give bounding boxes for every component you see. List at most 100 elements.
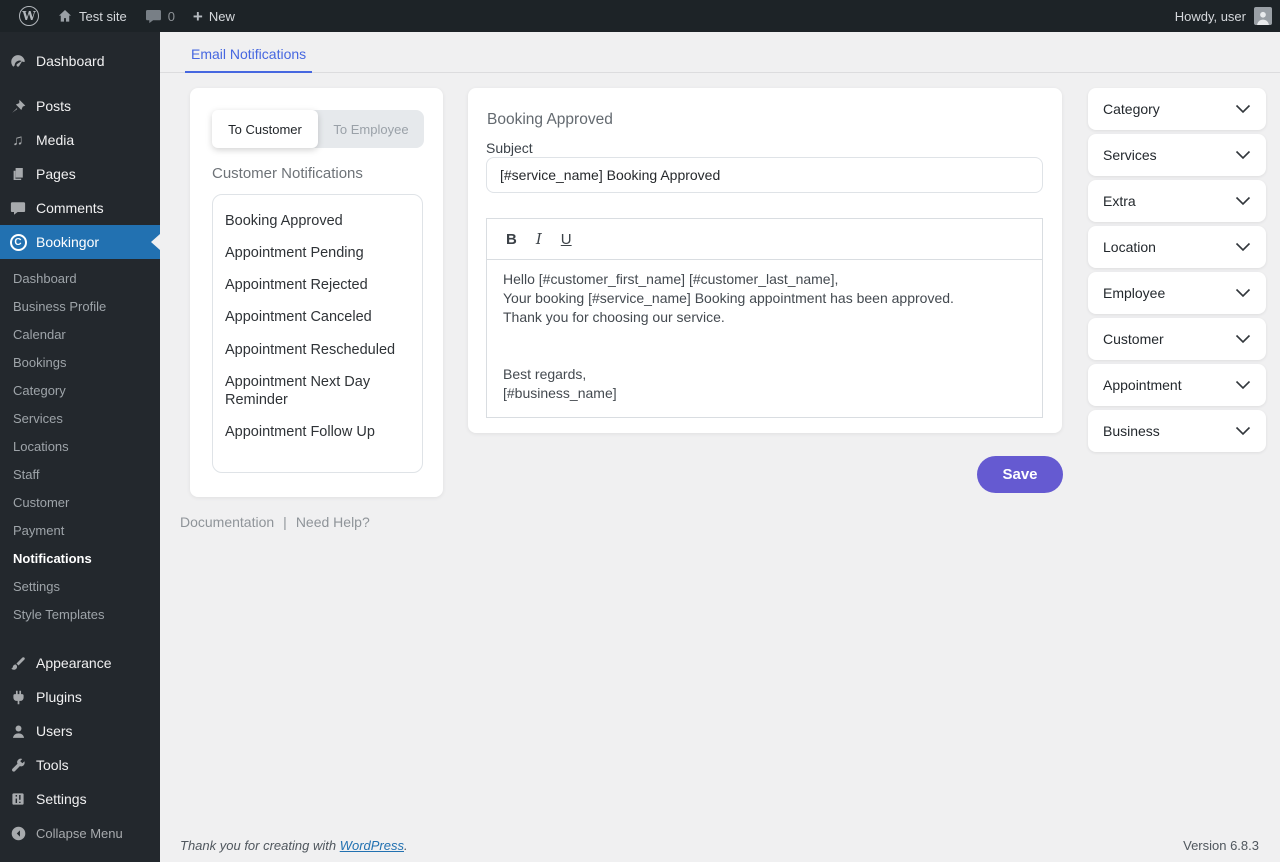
save-button[interactable]: Save	[977, 456, 1063, 493]
collapse-menu-button[interactable]: Collapse Menu	[0, 818, 160, 848]
sidebar-item-media[interactable]: ♫ Media	[0, 123, 160, 157]
email-body-line: Hello [#customer_first_name] [#customer_…	[503, 271, 1026, 290]
sidebar-separator	[0, 636, 160, 646]
notification-list-item[interactable]: Appointment Pending	[213, 237, 422, 269]
sidebar-subitem[interactable]: Payment	[0, 516, 160, 544]
wordpress-menu[interactable]: W	[10, 0, 48, 32]
notification-item-label: Appointment Rejected	[225, 277, 368, 293]
sidebar-subitem[interactable]: Customer	[0, 488, 160, 516]
sidebar-item-label: Dashboard	[36, 53, 105, 69]
email-body-line	[503, 328, 1026, 347]
avatar	[1254, 7, 1272, 25]
admin-bar-new-button[interactable]: + New	[184, 0, 244, 32]
placeholder-group[interactable]: Services	[1088, 134, 1266, 176]
placeholder-group[interactable]: Extra	[1088, 180, 1266, 222]
main-content: Email Notifications To Customer To Emplo…	[160, 32, 1280, 862]
tab-email-notifications[interactable]: Email Notifications	[185, 46, 312, 73]
sidebar-item-label: Comments	[36, 200, 104, 216]
comments-bubble-icon	[145, 9, 162, 24]
chevron-down-icon	[1235, 104, 1251, 114]
placeholder-group-label: Extra	[1103, 193, 1136, 209]
sidebar-item-tools[interactable]: Tools	[0, 748, 160, 782]
email-body-editor[interactable]: Hello [#customer_first_name] [#customer_…	[486, 259, 1043, 418]
documentation-link[interactable]: Documentation	[180, 514, 274, 530]
sidebar-subitem-label: Category	[13, 383, 66, 398]
to-employee-tab[interactable]: To Employee	[318, 110, 424, 148]
chevron-down-icon	[1235, 150, 1251, 160]
wrench-icon	[8, 755, 28, 775]
sidebar-item-comments[interactable]: Comments	[0, 191, 160, 225]
customer-notifications-heading: Customer Notifications	[212, 165, 363, 182]
admin-bar-comments[interactable]: 0	[136, 0, 184, 32]
subject-input[interactable]	[486, 157, 1043, 193]
gauge-icon	[8, 51, 28, 71]
sidebar-subitem-label: Customer	[13, 495, 69, 510]
sidebar-subitem[interactable]: Style Templates	[0, 600, 160, 628]
sidebar-item-pages[interactable]: Pages	[0, 157, 160, 191]
placeholder-group[interactable]: Customer	[1088, 318, 1266, 360]
sidebar-item-label: Tools	[36, 757, 69, 773]
notification-list-item[interactable]: Appointment Rejected	[213, 269, 422, 301]
sidebar-item-dashboard[interactable]: Dashboard	[0, 44, 160, 78]
placeholder-group-label: Category	[1103, 101, 1160, 117]
sidebar-subitem[interactable]: Locations	[0, 432, 160, 460]
chevron-down-icon	[1235, 196, 1251, 206]
sidebar-item-bookingor[interactable]: C Bookingor	[0, 225, 160, 259]
admin-bar-account[interactable]: Howdy, user	[1175, 0, 1280, 32]
sidebar-subitem-label: Locations	[13, 439, 69, 454]
need-help-link[interactable]: Need Help?	[296, 514, 370, 530]
sidebar-item-posts[interactable]: Posts	[0, 89, 160, 123]
notification-item-label: Appointment Canceled	[225, 309, 372, 325]
sidebar-subitem[interactable]: Settings	[0, 572, 160, 600]
chevron-down-icon	[1235, 242, 1251, 252]
email-editor-panel: Booking Approved Subject B I U Hello [#c…	[468, 88, 1062, 433]
wordpress-link[interactable]: WordPress	[340, 838, 404, 853]
notifications-list-panel: To Customer To Employee Customer Notific…	[190, 88, 443, 497]
notification-list-item[interactable]: Appointment Next Day Reminder	[213, 366, 422, 416]
notification-list-item[interactable]: Appointment Canceled	[213, 301, 422, 333]
sidebar-subitem-label: Calendar	[13, 327, 66, 342]
tab-bar: Email Notifications	[160, 32, 1280, 73]
sidebar-item-users[interactable]: Users	[0, 714, 160, 748]
placeholder-group-label: Services	[1103, 147, 1157, 163]
site-name-link[interactable]: Test site	[48, 0, 136, 32]
pushpin-icon	[8, 96, 28, 116]
sidebar-item-appearance[interactable]: Appearance	[0, 646, 160, 680]
placeholder-group[interactable]: Category	[1088, 88, 1266, 130]
sidebar-subitem[interactable]: Dashboard	[0, 264, 160, 292]
placeholder-group[interactable]: Location	[1088, 226, 1266, 268]
sidebar-item-plugins[interactable]: Plugins	[0, 680, 160, 714]
placeholder-group[interactable]: Business	[1088, 410, 1266, 452]
italic-button[interactable]: I	[536, 232, 542, 247]
footer-thanks: Thank you for creating with WordPress.	[180, 838, 408, 853]
sidebar-subitem[interactable]: Notifications	[0, 544, 160, 572]
notification-item-label: Appointment Next Day Reminder	[225, 374, 370, 408]
notification-list-item[interactable]: Booking Approved	[213, 205, 422, 237]
chevron-down-icon	[1235, 288, 1251, 298]
site-name-label: Test site	[79, 9, 127, 24]
comments-count: 0	[168, 9, 175, 24]
notification-list-item[interactable]: Appointment Rescheduled	[213, 334, 422, 366]
notification-list-item[interactable]: Appointment Follow Up	[213, 416, 422, 448]
footer: Thank you for creating with WordPress. V…	[160, 838, 1280, 853]
notification-item-label: Appointment Rescheduled	[225, 342, 395, 358]
admin-bar-left: W Test site 0 + New	[0, 0, 244, 32]
sliders-icon	[8, 789, 28, 809]
bold-button[interactable]: B	[506, 232, 517, 247]
sidebar-subitem[interactable]: Bookings	[0, 348, 160, 376]
to-customer-tab[interactable]: To Customer	[212, 110, 318, 148]
placeholder-group-label: Location	[1103, 239, 1156, 255]
placeholder-group[interactable]: Employee	[1088, 272, 1266, 314]
sidebar-subitem[interactable]: Calendar	[0, 320, 160, 348]
sidebar-item-settings[interactable]: Settings	[0, 782, 160, 816]
sidebar-subitem[interactable]: Services	[0, 404, 160, 432]
sidebar-subitem[interactable]: Staff	[0, 460, 160, 488]
sidebar-subitem[interactable]: Business Profile	[0, 292, 160, 320]
placeholder-group-label: Employee	[1103, 285, 1165, 301]
placeholder-group[interactable]: Appointment	[1088, 364, 1266, 406]
chevron-down-icon	[1235, 426, 1251, 436]
sidebar-subitem[interactable]: Category	[0, 376, 160, 404]
underline-button[interactable]: U	[561, 232, 572, 247]
sidebar-separator	[0, 78, 160, 89]
bookingor-submenu: Dashboard Business Profile Calendar Book…	[0, 259, 160, 636]
